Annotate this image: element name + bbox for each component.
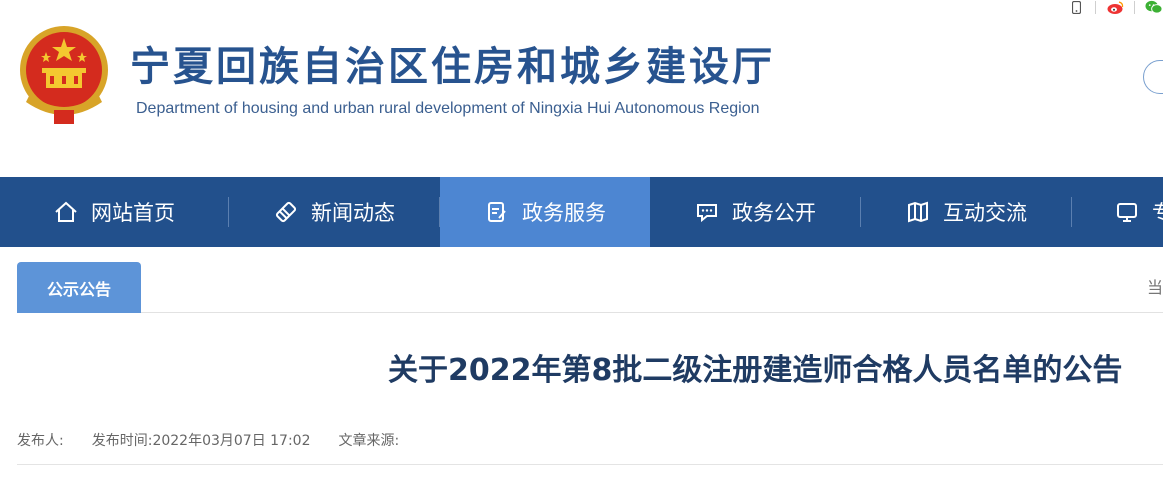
weibo-icon[interactable] — [1106, 0, 1124, 14]
national-emblem-icon — [20, 26, 108, 124]
wechat-icon[interactable] — [1145, 0, 1163, 14]
tab-announcements[interactable]: 公示公告 — [17, 262, 141, 313]
nav-item-label: 新闻动态 — [311, 201, 395, 225]
nav-item-label: 互动交流 — [943, 201, 1027, 225]
util-divider — [1134, 1, 1135, 14]
publish-time-label: 发布时间: — [91, 433, 153, 449]
main-nav: 网站首页 新闻动态 政务服务 政务公开 互动交流 专 — [0, 177, 1163, 247]
home-icon — [53, 199, 79, 225]
nav-item-home[interactable]: 网站首页 — [0, 177, 228, 247]
message-icon — [694, 199, 720, 225]
nav-item-public[interactable]: 政务公开 — [650, 177, 860, 247]
nav-item-news[interactable]: 新闻动态 — [229, 177, 439, 247]
service-icon — [484, 199, 510, 225]
map-icon — [905, 199, 931, 225]
monitor-icon — [1114, 199, 1140, 225]
search-box[interactable] — [1143, 60, 1163, 94]
nav-item-interact[interactable]: 互动交流 — [861, 177, 1071, 247]
nav-item-label: 政务服务 — [522, 201, 606, 225]
utility-links — [1067, 0, 1163, 16]
news-icon — [273, 199, 299, 225]
nav-item-label: 政务公开 — [732, 201, 816, 225]
site-title: 宁夏回族自治区住房和城乡建设厅 — [130, 43, 775, 90]
util-divider — [1095, 1, 1096, 14]
source-label: 文章来源: — [338, 433, 400, 449]
site-subtitle: Department of housing and urban rural de… — [136, 100, 760, 117]
divider — [17, 464, 1163, 465]
nav-item-label: 网站首页 — [91, 201, 175, 225]
nav-item-special[interactable]: 专 — [1072, 177, 1163, 247]
site-header: 宁夏回族自治区住房和城乡建设厅 Department of housing an… — [0, 0, 1163, 177]
nav-item-label: 专 — [1152, 201, 1163, 225]
article-meta: 发布人: 发布时间: 2022年03月07日 17:02 文章来源: — [17, 430, 427, 450]
publish-time-value: 2022年03月07日 17:02 — [152, 433, 311, 449]
section-tab-row: 公示公告 当 — [17, 262, 1163, 313]
nav-item-service[interactable]: 政务服务 — [440, 177, 650, 247]
current-location-label: 当 — [1146, 278, 1163, 297]
mobile-icon[interactable] — [1067, 0, 1085, 14]
publisher-label: 发布人: — [17, 433, 64, 449]
article-title: 关于2022年第8批二级注册建造师合格人员名单的公告 — [388, 353, 1123, 388]
